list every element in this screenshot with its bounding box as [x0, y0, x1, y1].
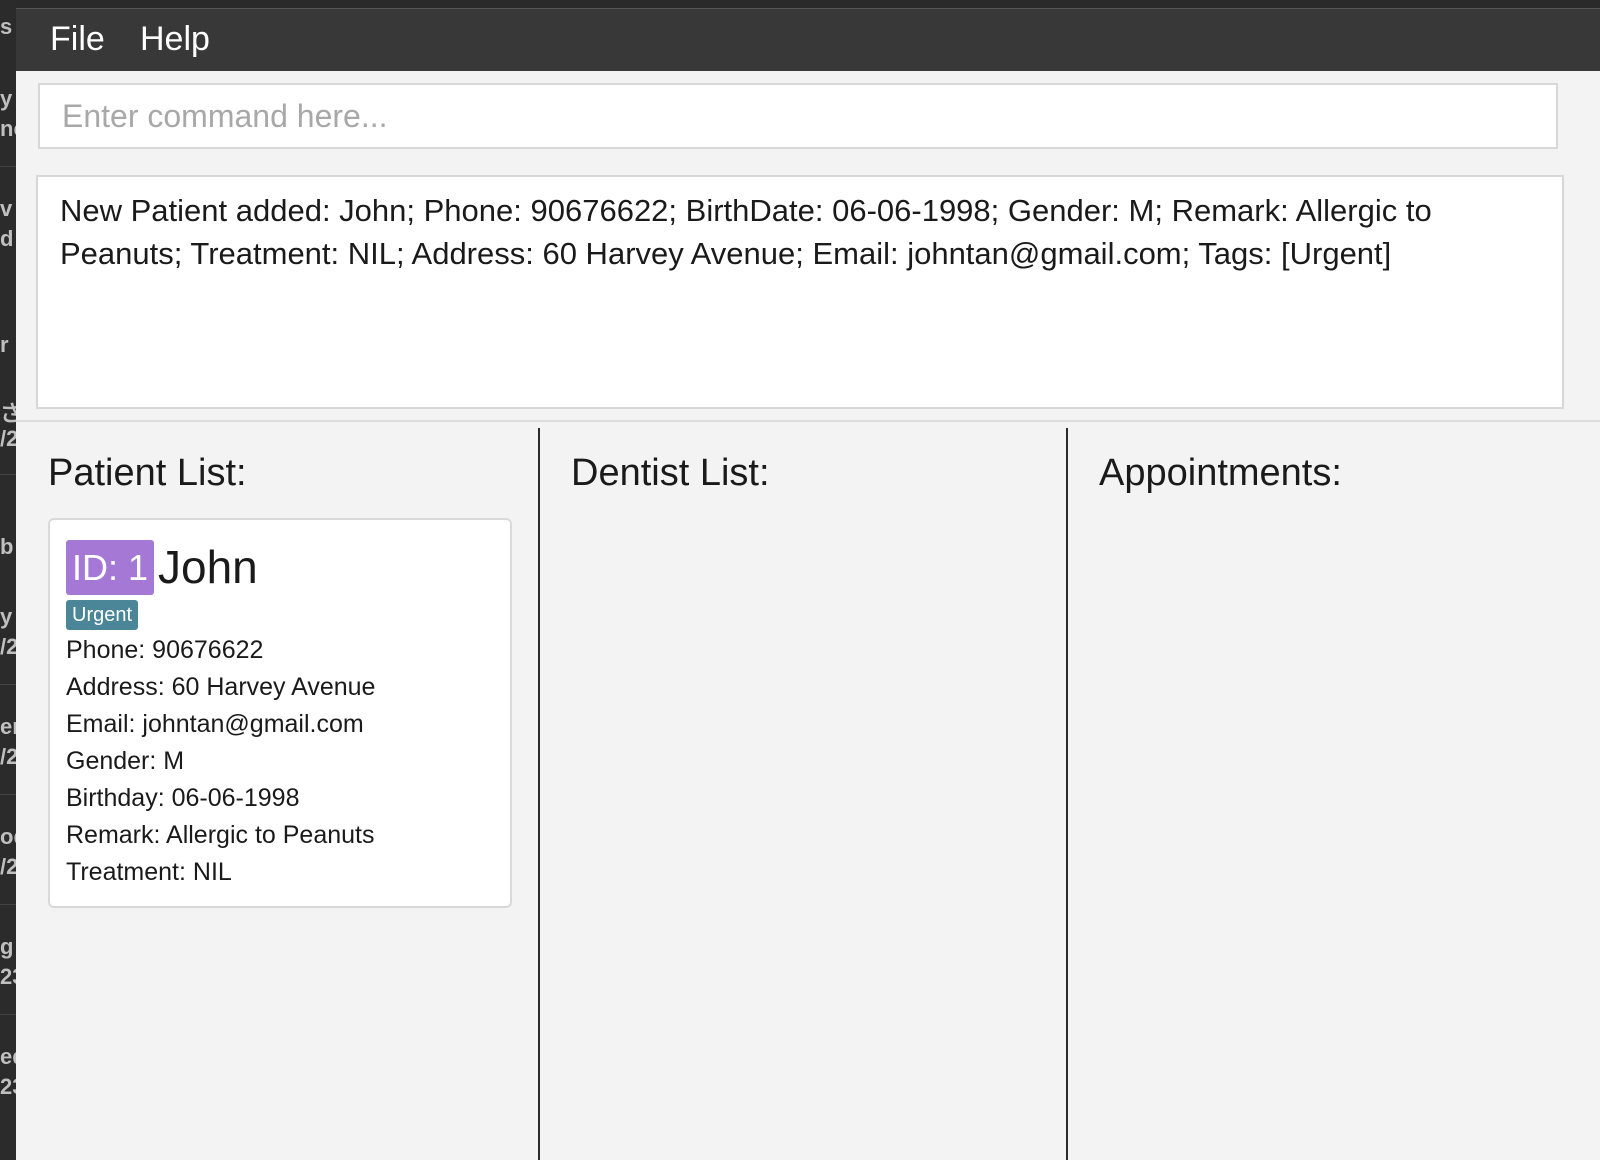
background-text-fragment: b — [0, 534, 14, 559]
patient-gender: Gender: M — [66, 747, 185, 775]
command-box — [38, 83, 1558, 149]
patient-list-title: Patient List: — [48, 452, 247, 494]
patient-treatment: Treatment: NIL — [66, 858, 232, 886]
dentist-list-title: Dentist List: — [571, 452, 770, 494]
patient-name: John — [158, 541, 258, 593]
patient-phone: Phone: 90676622 — [66, 636, 264, 664]
background-text-fragment: od — [0, 824, 16, 849]
background-text-fragment: さ — [0, 401, 16, 426]
background-divider — [0, 166, 16, 167]
background-text-fragment: /2 — [0, 854, 16, 879]
background-text-fragment: v — [0, 196, 13, 221]
command-input[interactable] — [40, 85, 1556, 147]
background-text-fragment: /2 — [0, 634, 16, 659]
patient-id-badge: ID: 1 — [66, 540, 155, 595]
patient-remark: Remark: Allergic to Peanuts — [66, 821, 375, 849]
background-text-fragment: s — [0, 14, 13, 39]
background-divider — [0, 794, 16, 795]
background-text-fragment: nc — [0, 116, 16, 141]
background-divider — [0, 474, 16, 475]
appointments-title: Appointments: — [1099, 452, 1342, 494]
menu-bar: File Help — [16, 8, 1600, 71]
panel-separator — [1066, 428, 1068, 1160]
app-window: File Help New Patient added: John; Phone… — [16, 8, 1600, 1160]
background-window-edge: s y l nc v d r さ /2 b y l /2 er /2 od /2… — [0, 0, 16, 1160]
background-text-fragment: 23 — [0, 1074, 16, 1099]
panel-separator — [538, 428, 540, 1160]
patient-address: Address: 60 Harvey Avenue — [66, 673, 376, 701]
patient-birthday: Birthday: 06-06-1998 — [66, 784, 300, 812]
background-divider — [0, 904, 16, 905]
menu-help[interactable]: Help — [140, 19, 210, 59]
background-text-fragment: /2 — [0, 744, 16, 769]
background-text-fragment: 23 — [0, 964, 16, 989]
background-text-fragment: r — [0, 332, 9, 357]
background-text-fragment: er — [0, 714, 16, 739]
background-text-fragment: g S — [0, 934, 16, 959]
patient-card[interactable]: ID: 1 John Urgent Phone: 90676622 Addres… — [48, 518, 512, 908]
background-text-fragment: d — [0, 226, 14, 251]
background-text-fragment: y l — [0, 604, 16, 629]
patient-tag: Urgent — [66, 600, 139, 630]
background-divider — [0, 1014, 16, 1015]
background-text-fragment: ed — [0, 1044, 16, 1069]
result-display: New Patient added: John; Phone: 90676622… — [36, 175, 1564, 409]
menu-file[interactable]: File — [50, 19, 105, 59]
background-text-fragment: /2 — [0, 426, 16, 451]
section-divider — [16, 420, 1600, 422]
background-divider — [0, 684, 16, 685]
patient-email: Email: johntan@gmail.com — [66, 710, 364, 738]
background-text-fragment: y l — [0, 86, 16, 111]
